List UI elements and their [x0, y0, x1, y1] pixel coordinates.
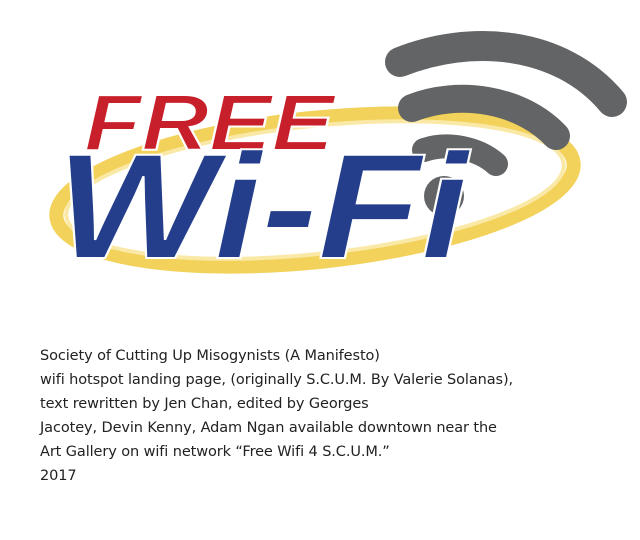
artwork-caption: Society of Cutting Up Misogynists (A Man…: [40, 344, 620, 488]
logo-word-wifi: Wi-Fi: [56, 122, 472, 290]
caption-line: Jacotey, Devin Kenny, Adam Ngan availabl…: [40, 420, 497, 436]
caption-line: text rewritten by Jen Chan, edited by Ge…: [40, 396, 369, 412]
caption-line: wifi hotspot landing page, (originally S…: [40, 372, 514, 388]
free-wifi-logo-graphic: FREE Wi-Fi: [49, 31, 627, 291]
free-wifi-logo: FREE Wi-Fi: [0, 0, 640, 320]
caption-line: Art Gallery on wifi network “Free Wifi 4…: [40, 444, 390, 460]
caption-year: 2017: [40, 468, 77, 484]
caption-title-line: Society of Cutting Up Misogynists (A Man…: [40, 348, 380, 364]
